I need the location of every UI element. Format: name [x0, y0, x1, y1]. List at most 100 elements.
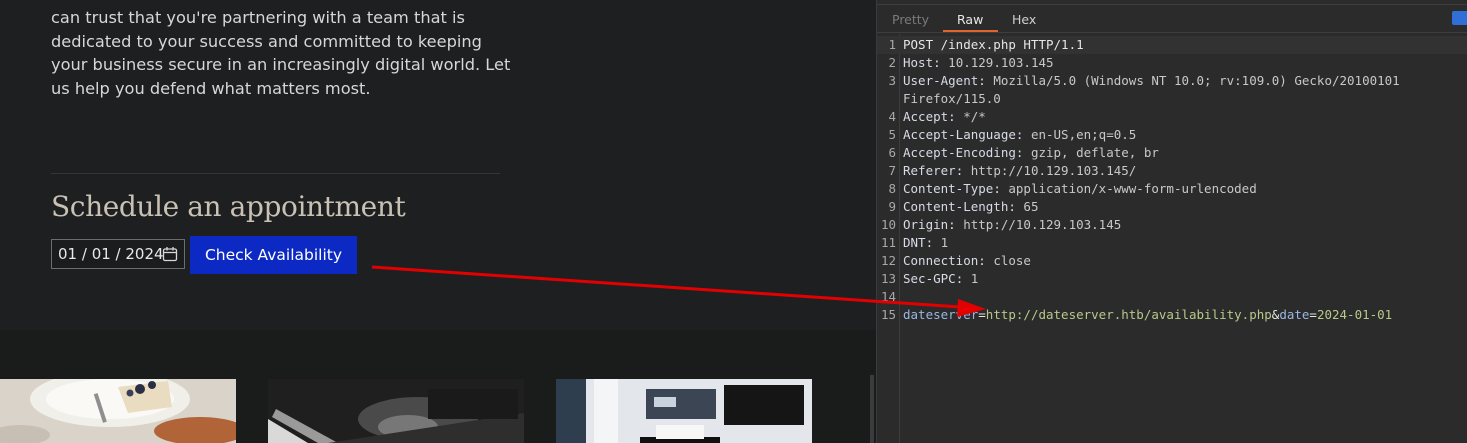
body-param-value: http://dateserver.htb/availability.php — [985, 307, 1272, 322]
request-line: 5 Accept-Language: en-US,en;q=0.5 — [877, 126, 1467, 144]
http-header: Accept: */* — [903, 108, 986, 126]
request-line: 1 POST /index.php HTTP/1.1 — [877, 36, 1467, 54]
header-name: Origin — [903, 217, 949, 232]
tab-pretty[interactable]: Pretty — [892, 12, 929, 27]
raw-request-editor[interactable]: 1 POST /index.php HTTP/1.1 2 Host: 10.129.1… — [877, 34, 1467, 443]
request-body: dateserver = http://dateserver.htb/availab… — [903, 306, 1392, 324]
date-month[interactable]: 01 — [58, 245, 77, 263]
date-day[interactable]: 01 — [92, 245, 111, 263]
header-name: Accept-Encoding — [903, 145, 1016, 160]
line-number: 10 — [880, 217, 896, 232]
http-header: Content-Type: application/x-www-form-url… — [903, 180, 1257, 198]
header-name: User-Agent — [903, 73, 979, 88]
line-number: 8 — [888, 181, 896, 196]
header-value: Mozilla/5.0 (Windows NT 10.0; rv:109.0) … — [993, 73, 1400, 88]
laptop-typing-image — [268, 379, 524, 443]
check-availability-button[interactable]: Check Availability — [190, 236, 357, 274]
header-name: DNT — [903, 235, 926, 250]
header-value: 10.129.103.145 — [948, 55, 1054, 70]
http-header: DNT: 1 — [903, 234, 948, 252]
header-name: Content-Length — [903, 199, 1009, 214]
line-number: 3 — [888, 73, 896, 88]
header-separator: : — [978, 73, 994, 88]
header-value: gzip, deflate, br — [1030, 145, 1159, 160]
request-line: 2 Host: 10.129.103.145 — [877, 54, 1467, 72]
header-separator: : — [948, 217, 964, 232]
active-tab-indicator — [943, 30, 998, 32]
section-divider — [51, 173, 500, 174]
header-separator: : — [955, 271, 971, 286]
cake-image — [0, 379, 236, 443]
line-number: 11 — [880, 235, 896, 250]
request-line: 7 Referer: http://10.129.103.145/ — [877, 162, 1467, 180]
header-name: Connection — [903, 253, 979, 268]
http-header: Accept-Language: en-US,en;q=0.5 — [903, 126, 1136, 144]
page-scrollbar[interactable] — [870, 375, 874, 443]
tab-hex[interactable]: Hex — [1012, 12, 1036, 27]
header-name: Content-Type — [903, 181, 994, 196]
header-separator: : — [933, 55, 949, 70]
header-value: http://10.129.103.145/ — [970, 163, 1137, 178]
header-value: */* — [963, 109, 986, 124]
body-param-key: dateserver — [903, 307, 979, 322]
line-number: 6 — [888, 145, 896, 160]
http-header: Content-Length: 65 — [903, 198, 1038, 216]
header-value: Firefox/115.0 — [903, 91, 1001, 106]
about-section: can trust that you're partnering with a … — [0, 0, 876, 330]
header-separator: : — [955, 163, 971, 178]
date-year[interactable]: 2024 — [125, 245, 163, 263]
header-value: close — [993, 253, 1031, 268]
line-number: 15 — [880, 307, 896, 322]
view-tabs: Pretty Raw Hex — [877, 0, 1467, 33]
http-header: Referer: http://10.129.103.145/ — [903, 162, 1136, 180]
paragraph-line: your business secure in an increasingly … — [51, 55, 511, 75]
header-separator: : — [1008, 199, 1024, 214]
header-separator: : — [993, 181, 1009, 196]
line-number: 5 — [888, 127, 896, 142]
request-line: Firefox/115.0 — [877, 90, 1467, 108]
schedule-title: Schedule an appointment — [51, 190, 406, 223]
calendar-icon[interactable] — [162, 246, 178, 262]
http-header: Firefox/115.0 — [903, 90, 1001, 108]
header-separator: : — [978, 253, 994, 268]
date-separator: / — [77, 245, 92, 263]
header-value: en-US,en;q=0.5 — [1030, 127, 1137, 142]
header-name: Accept-Language — [903, 127, 1016, 142]
http-header: User-Agent: Mozilla/5.0 (Windows NT 10.0… — [903, 72, 1400, 90]
line-number: 2 — [888, 55, 896, 70]
http-header: Accept-Encoding: gzip, deflate, br — [903, 144, 1159, 162]
http-header: Origin: http://10.129.103.145 — [903, 216, 1121, 234]
http-header: Host: 10.129.103.145 — [903, 54, 1054, 72]
header-separator: : — [1015, 145, 1031, 160]
office-desk-image — [556, 379, 812, 443]
paragraph-line: can trust that you're partnering with a … — [51, 8, 465, 27]
request-line: 14 — [877, 288, 1467, 306]
request-line: 12 Connection: close — [877, 252, 1467, 270]
request-line: 9 Content-Length: 65 — [877, 198, 1467, 216]
header-value: 1 — [940, 235, 949, 250]
header-separator: : — [925, 235, 941, 250]
http-header: Connection: close — [903, 252, 1031, 270]
website-panel: can trust that you're partnering with a … — [0, 0, 876, 443]
body-param-key: date — [1279, 307, 1310, 322]
header-separator: : — [1015, 127, 1031, 142]
http-request-line: POST /index.php HTTP/1.1 — [903, 37, 1084, 52]
header-name: Sec-GPC — [903, 271, 956, 286]
request-line: 15 dateserver = http://dateserver.htb/avail… — [877, 306, 1467, 324]
header-name: Accept — [903, 109, 949, 124]
wrap-lines-icon[interactable] — [1452, 11, 1467, 25]
tab-raw[interactable]: Raw — [957, 12, 983, 27]
paragraph-line: dedicated to your success and committed … — [51, 31, 482, 51]
request-line: 13 Sec-GPC: 1 — [877, 270, 1467, 288]
line-number: 12 — [880, 253, 896, 268]
about-paragraph: can trust that you're partnering with a … — [51, 6, 511, 100]
date-input[interactable]: 01 / 01 / 2024 — [51, 239, 185, 269]
header-separator: : — [948, 109, 964, 124]
line-number: 7 — [888, 163, 896, 178]
line-number: 13 — [880, 271, 896, 286]
line-number: 9 — [888, 199, 896, 214]
body-equals: = — [1309, 307, 1317, 322]
request-line: 8 Content-Type: application/x-www-form-ur… — [877, 180, 1467, 198]
header-value: 1 — [970, 271, 979, 286]
paragraph-line: us help you defend what matters most. — [51, 78, 371, 98]
